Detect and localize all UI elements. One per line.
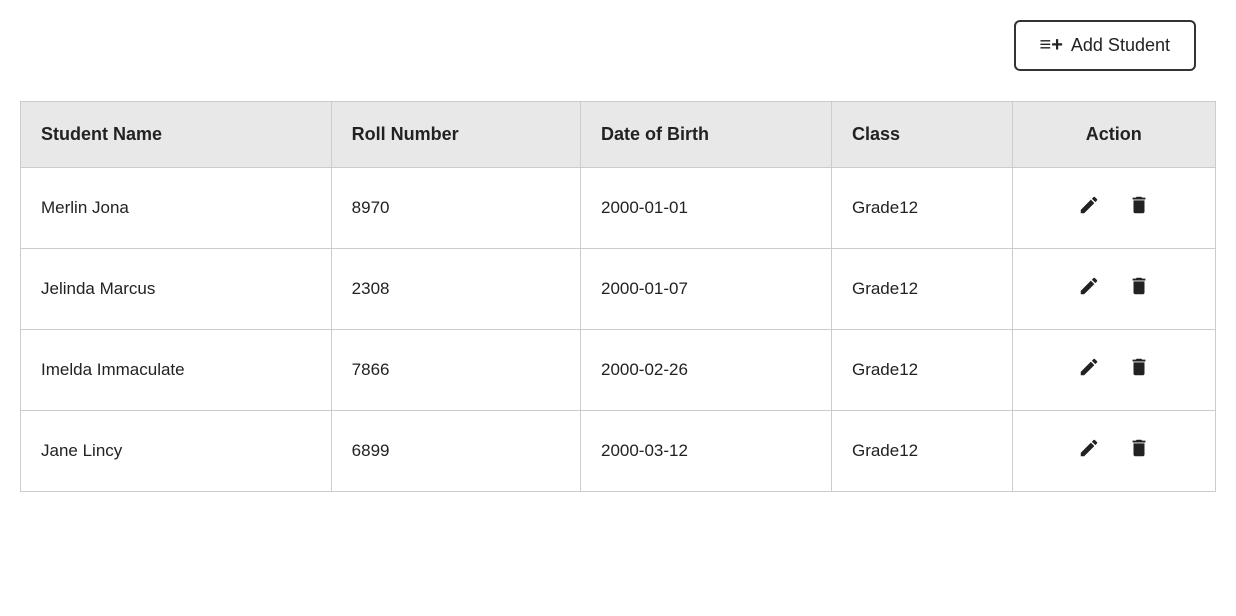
cell-student_name: Jane Lincy bbox=[21, 411, 331, 492]
trash-icon bbox=[1128, 437, 1150, 459]
delete-button[interactable] bbox=[1124, 271, 1154, 307]
cell-roll_number: 2308 bbox=[331, 249, 580, 330]
cell-class: Grade12 bbox=[831, 168, 1012, 249]
cell-class: Grade12 bbox=[831, 330, 1012, 411]
table-header: Student Name Roll Number Date of Birth C… bbox=[21, 102, 1215, 168]
cell-student_name: Imelda Immaculate bbox=[21, 330, 331, 411]
delete-button[interactable] bbox=[1124, 433, 1154, 469]
cell-date_of_birth: 2000-02-26 bbox=[580, 330, 831, 411]
action-cell bbox=[1033, 271, 1196, 307]
table-row: Jane Lincy68992000-03-12Grade12 bbox=[21, 411, 1215, 492]
pencil-icon bbox=[1078, 437, 1100, 459]
pencil-icon bbox=[1078, 356, 1100, 378]
cell-roll_number: 8970 bbox=[331, 168, 580, 249]
cell-roll_number: 7866 bbox=[331, 330, 580, 411]
add-student-button[interactable]: ≡+ Add Student bbox=[1014, 20, 1196, 71]
edit-button[interactable] bbox=[1074, 433, 1104, 469]
cell-student_name: Jelinda Marcus bbox=[21, 249, 331, 330]
add-list-icon: ≡+ bbox=[1040, 34, 1063, 57]
table-row: Jelinda Marcus23082000-01-07Grade12 bbox=[21, 249, 1215, 330]
cell-action bbox=[1012, 249, 1215, 330]
cell-date_of_birth: 2000-03-12 bbox=[580, 411, 831, 492]
cell-date_of_birth: 2000-01-01 bbox=[580, 168, 831, 249]
cell-action bbox=[1012, 411, 1215, 492]
table-body: Merlin Jona89702000-01-01Grade12 Jelinda… bbox=[21, 168, 1215, 492]
cell-roll_number: 6899 bbox=[331, 411, 580, 492]
pencil-icon bbox=[1078, 275, 1100, 297]
col-header-class: Class bbox=[831, 102, 1012, 168]
delete-button[interactable] bbox=[1124, 190, 1154, 226]
top-bar: ≡+ Add Student bbox=[20, 20, 1216, 71]
edit-button[interactable] bbox=[1074, 190, 1104, 226]
action-cell bbox=[1033, 352, 1196, 388]
trash-icon bbox=[1128, 356, 1150, 378]
trash-icon bbox=[1128, 194, 1150, 216]
table-header-row: Student Name Roll Number Date of Birth C… bbox=[21, 102, 1215, 168]
cell-class: Grade12 bbox=[831, 411, 1012, 492]
table-row: Merlin Jona89702000-01-01Grade12 bbox=[21, 168, 1215, 249]
table-row: Imelda Immaculate78662000-02-26Grade12 bbox=[21, 330, 1215, 411]
col-header-student-name: Student Name bbox=[21, 102, 331, 168]
action-cell bbox=[1033, 190, 1196, 226]
cell-date_of_birth: 2000-01-07 bbox=[580, 249, 831, 330]
cell-student_name: Merlin Jona bbox=[21, 168, 331, 249]
col-header-roll-number: Roll Number bbox=[331, 102, 580, 168]
action-cell bbox=[1033, 433, 1196, 469]
cell-class: Grade12 bbox=[831, 249, 1012, 330]
trash-icon bbox=[1128, 275, 1150, 297]
edit-button[interactable] bbox=[1074, 271, 1104, 307]
col-header-action: Action bbox=[1012, 102, 1215, 168]
add-student-label: Add Student bbox=[1071, 35, 1170, 56]
delete-button[interactable] bbox=[1124, 352, 1154, 388]
students-table-container: Student Name Roll Number Date of Birth C… bbox=[20, 101, 1216, 492]
edit-button[interactable] bbox=[1074, 352, 1104, 388]
col-header-date-of-birth: Date of Birth bbox=[580, 102, 831, 168]
students-table: Student Name Roll Number Date of Birth C… bbox=[21, 102, 1215, 491]
cell-action bbox=[1012, 168, 1215, 249]
cell-action bbox=[1012, 330, 1215, 411]
pencil-icon bbox=[1078, 194, 1100, 216]
